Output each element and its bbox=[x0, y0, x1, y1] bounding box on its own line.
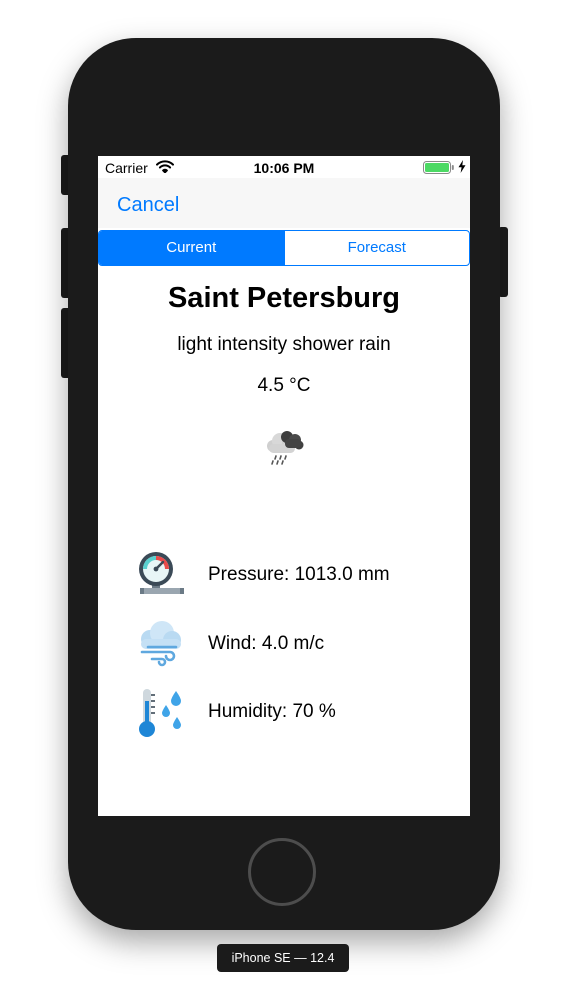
pressure-gauge-icon bbox=[136, 550, 186, 605]
temperature-value: 4.5 °C bbox=[257, 375, 311, 396]
cloud-rain-icon bbox=[263, 430, 305, 475]
navigation-bar: Cancel bbox=[98, 178, 470, 228]
humidity-label: Humidity: 70 % bbox=[208, 701, 336, 722]
device-model-label: iPhone SE — 12.4 bbox=[217, 944, 349, 972]
segment-forecast[interactable]: Forecast bbox=[283, 231, 470, 265]
home-button[interactable] bbox=[248, 838, 316, 906]
cancel-button[interactable]: Cancel bbox=[117, 194, 179, 217]
charging-bolt-icon bbox=[458, 160, 466, 176]
app-screen: Carrier 10:06 PM Cancel Current Forecast… bbox=[98, 156, 470, 816]
battery-icon bbox=[423, 161, 455, 177]
segment-current[interactable]: Current bbox=[99, 231, 284, 265]
wind-row: Wind: 4.0 m/c bbox=[136, 619, 456, 671]
pressure-label: Pressure: 1013.0 mm bbox=[208, 564, 390, 585]
thermometer-humidity-icon bbox=[136, 687, 186, 744]
segmented-control: Current Forecast bbox=[98, 230, 470, 266]
status-bar: Carrier 10:06 PM bbox=[98, 156, 470, 178]
wind-cloud-icon bbox=[136, 619, 186, 674]
weather-description: light intensity shower rain bbox=[177, 334, 391, 355]
status-time: 10:06 PM bbox=[253, 160, 315, 176]
humidity-row: Humidity: 70 % bbox=[136, 687, 456, 739]
city-title: Saint Petersburg bbox=[167, 282, 401, 314]
wind-label: Wind: 4.0 m/c bbox=[208, 633, 325, 654]
pressure-row: Pressure: 1013.0 mm bbox=[136, 550, 456, 602]
